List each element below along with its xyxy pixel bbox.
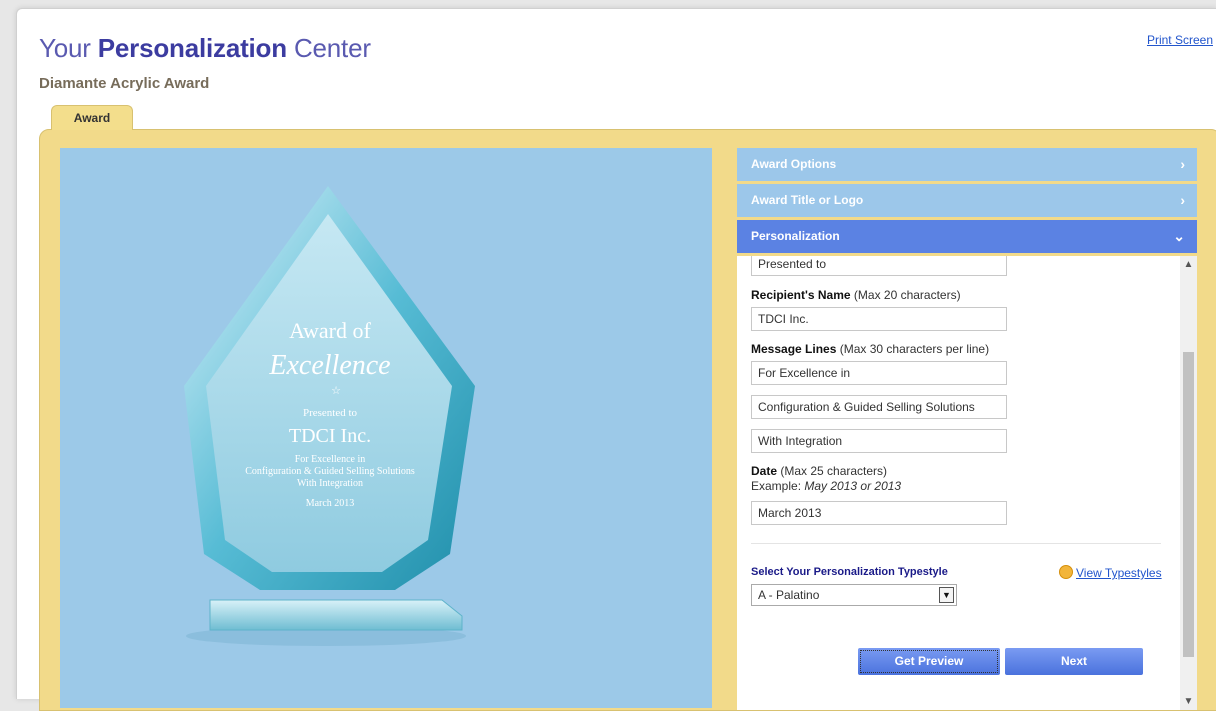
engraving-presented: Presented to	[303, 407, 358, 419]
date-example: Example: May 2013 or 2013	[751, 479, 901, 493]
accordion-label: Personalization	[751, 229, 840, 243]
accordion-personalization[interactable]: Personalization ⌄	[737, 220, 1197, 253]
date-label-bold: Date	[751, 464, 778, 478]
recipient-label: Recipient's Name (Max 20 characters)	[751, 288, 961, 302]
title-suffix: Center	[286, 33, 371, 63]
engraving-line-1: For Excellence in	[295, 454, 366, 465]
personalization-form: Presented to Recipient's Name (Max 20 ch…	[737, 256, 1197, 710]
chevron-down-icon: ⌄	[1173, 228, 1185, 244]
typestyle-selected-value: A - Palatino	[758, 588, 820, 602]
product-name: Diamante Acrylic Award	[39, 75, 210, 92]
message-lines-label: Message Lines (Max 30 characters per lin…	[751, 342, 989, 356]
accordion-label: Award Title or Logo	[751, 193, 864, 207]
personalization-window: Your Personalization Center Diamante Acr…	[16, 8, 1216, 711]
smiley-icon	[1059, 565, 1073, 579]
title-prefix: Your	[39, 33, 98, 63]
date-label-hint: (Max 25 characters)	[777, 464, 888, 478]
options-accordion: Award Options › Award Title or Logo › Pe…	[737, 148, 1197, 710]
typestyle-select[interactable]: A - Palatino ▼	[751, 584, 957, 606]
view-typestyles-label: View Typestyles	[1076, 566, 1162, 580]
view-typestyles-link[interactable]: View Typestyles	[1059, 565, 1162, 580]
engraving-award-of: Award of	[289, 318, 371, 343]
page-title: Your Personalization Center	[39, 33, 371, 64]
scrollbar-thumb[interactable]	[1183, 352, 1194, 657]
award-crystal-face	[206, 214, 452, 572]
recipient-label-hint: (Max 20 characters)	[850, 288, 961, 302]
engraving-excellence: Excellence	[268, 350, 390, 381]
accordion-award-title-logo[interactable]: Award Title or Logo ›	[737, 184, 1197, 217]
next-button[interactable]: Next	[1005, 648, 1143, 675]
chevron-right-icon: ›	[1180, 192, 1185, 208]
message-label-bold: Message Lines	[751, 342, 837, 356]
get-preview-button[interactable]: Get Preview	[858, 648, 1000, 675]
form-scrollbar[interactable]: ▲ ▼	[1180, 256, 1197, 710]
scroll-up-icon[interactable]: ▲	[1180, 256, 1197, 273]
award-panel: Award of Excellence ☆ Presented to TDCI …	[39, 129, 1216, 711]
message-label-hint: (Max 30 characters per line)	[836, 342, 990, 356]
chevron-down-icon[interactable]: ▼	[939, 587, 954, 603]
award-base	[209, 599, 463, 631]
date-label: Date (Max 25 characters)	[751, 464, 887, 478]
award-illustration: Award of Excellence ☆ Presented to TDCI …	[184, 186, 475, 646]
engraving-line-3: With Integration	[297, 478, 363, 489]
recipient-label-bold: Recipient's Name	[751, 288, 851, 302]
message-line-2-input[interactable]: Configuration & Guided Selling Solutions	[751, 395, 1007, 419]
engraving-line-2: Configuration & Guided Selling Solutions	[245, 466, 415, 477]
message-line-3-input[interactable]: With Integration	[751, 429, 1007, 453]
typestyle-label: Select Your Personalization Typestyle	[751, 566, 948, 578]
recipient-name-input[interactable]: TDCI Inc.	[751, 307, 1007, 331]
title-emphasis: Personalization	[97, 33, 287, 63]
chevron-right-icon: ›	[1180, 156, 1185, 172]
message-line-1-input[interactable]: For Excellence in	[751, 361, 1007, 385]
print-screen-link[interactable]: Print Screen	[1147, 33, 1213, 47]
tab-award[interactable]: Award	[51, 105, 133, 130]
form-divider	[751, 543, 1161, 544]
accordion-label: Award Options	[751, 157, 837, 171]
star-icon: ☆	[331, 384, 341, 397]
accordion-award-options[interactable]: Award Options ›	[737, 148, 1197, 181]
scroll-down-icon[interactable]: ▼	[1180, 693, 1197, 710]
award-preview-image: Award of Excellence ☆ Presented to TDCI …	[60, 148, 712, 708]
date-example-value: May 2013 or 2013	[804, 479, 902, 493]
engraving-recipient: TDCI Inc.	[289, 425, 371, 447]
date-example-label: Example:	[751, 479, 805, 493]
engraving-date: March 2013	[306, 498, 355, 509]
presented-to-input[interactable]: Presented to	[751, 256, 1007, 276]
date-input[interactable]: March 2013	[751, 501, 1007, 525]
